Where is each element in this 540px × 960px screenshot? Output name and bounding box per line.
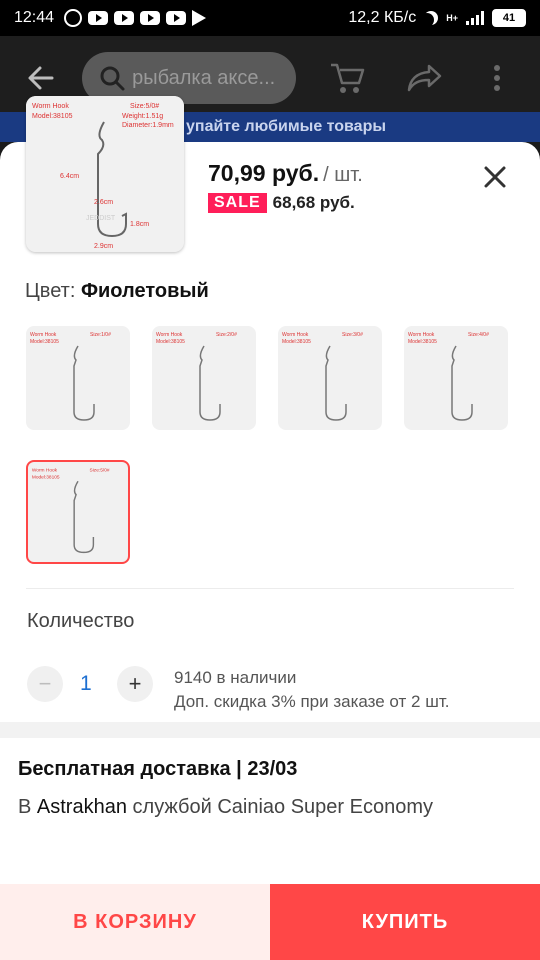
more-button[interactable] [474, 54, 520, 102]
price-value: 70,99 руб. [208, 160, 320, 186]
net-speed: 12,2 КБ/с [348, 9, 417, 26]
variant-option[interactable]: Worm Hook Model:38105 Size:2/0# [152, 326, 256, 430]
hook-width: 2.9cm [94, 243, 113, 250]
arrow-left-icon [28, 66, 54, 90]
variant-option-selected[interactable]: Worm Hook Model:38105 Size:5/0# [26, 460, 130, 564]
hook-watermark: JEDDIST [86, 215, 116, 222]
variant-option[interactable]: Worm Hook Model:38105 Size:4/0# [404, 326, 508, 430]
hook-thumbnail: Worm Hook Model:38105 Size:1/0# [30, 332, 111, 421]
variant-title: Worm Hook [408, 332, 435, 338]
color-value: Фиолетовый [80, 280, 209, 302]
variant-model: Model:38105 [32, 474, 60, 480]
search-text: рыбалка аксе... [132, 66, 276, 89]
variant-model: Model:38105 [282, 339, 311, 345]
shipping-service: службой Cainiao Super Economy [132, 796, 434, 818]
product-image: Worm Hook Model:38105 Size:5/0# Weight:1… [26, 96, 184, 252]
add-to-cart-button[interactable]: В КОРЗИНУ [0, 884, 270, 960]
section-separator [0, 722, 540, 738]
variant-title: Worm Hook [156, 332, 183, 338]
share-icon [407, 64, 442, 92]
variant-size: Size:1/0# [90, 332, 111, 338]
shipping-description[interactable]: В Astrakhan службой Cainiao Super Econom… [18, 796, 433, 819]
sale-price: 68,68 руб. [272, 193, 355, 212]
hook-image: Worm Hook Model:38105 Size:5/0# Weight:1… [26, 96, 184, 252]
share-button[interactable] [402, 54, 448, 102]
hook-length: 6.4cm [60, 173, 79, 180]
divider [26, 588, 514, 589]
search-icon [100, 66, 125, 91]
youtube-icon [88, 11, 109, 25]
product-price: 70,99 руб. / шт. [208, 160, 363, 187]
variant-model: Model:38105 [156, 339, 185, 345]
notification-icons [64, 9, 207, 27]
status-time: 12:44 [14, 9, 55, 26]
quantity-title: Количество [27, 610, 135, 632]
variant-size: Size:4/0# [468, 332, 489, 338]
sale-row: SALE 68,68 руб. [208, 193, 355, 213]
whatsapp-icon [64, 9, 83, 27]
shipping-city: Astrakhan [36, 796, 127, 818]
quantity-value: 1 [80, 672, 92, 695]
hook-weight: Weight:1.51g [122, 113, 163, 120]
back-button[interactable] [20, 56, 62, 100]
hook-model: Model:38105 [32, 113, 73, 120]
quantity-increase-button[interactable]: + [117, 666, 153, 702]
buy-now-button[interactable]: КУПИТЬ [270, 884, 540, 960]
youtube-icon [166, 11, 187, 25]
signal-icon [466, 11, 484, 25]
price-unit: / шт. [323, 164, 363, 186]
play-store-icon [192, 10, 207, 26]
variant-title: Worm Hook [282, 332, 309, 338]
youtube-icon [140, 11, 161, 25]
variant-model: Model:38105 [30, 339, 59, 345]
variant-option[interactable]: Worm Hook Model:38105 Size:1/0# [26, 326, 130, 430]
cart-button[interactable] [324, 54, 370, 102]
variant-model: Model:38105 [408, 339, 437, 345]
color-label: Цвет: Фиолетовый [25, 280, 209, 303]
do-not-disturb-icon [420, 13, 434, 27]
youtube-icon [114, 11, 135, 25]
more-vert-icon [494, 65, 501, 91]
stock-info: 9140 в наличии Доп. скидка 3% при заказе… [174, 666, 449, 714]
variant-size: Size:3/0# [342, 332, 363, 338]
quantity-decrease-button[interactable]: − [27, 666, 63, 702]
hook-diameter: Diameter:1.9mm [122, 122, 174, 129]
cart-icon [331, 63, 365, 93]
network-type: H+ [446, 13, 458, 23]
variant-size: Size:5/0# [90, 468, 110, 474]
battery-icon: 41 [492, 9, 526, 27]
hook-thumbnail: Worm Hook Model:38105 Size:5/0# [32, 468, 110, 554]
shipping-title: Бесплатная доставка | 23/03 [18, 758, 298, 780]
hook-size: Size:5/0# [130, 103, 159, 110]
shipping-prefix: В [18, 796, 32, 818]
sale-badge: SALE [208, 193, 267, 213]
color-label-prefix: Цвет: [25, 280, 76, 302]
status-bar: 12:44 12,2 КБ/с H+ 41 [0, 0, 540, 36]
variant-size: Size:2/0# [216, 332, 237, 338]
hook-thumbnail: Worm Hook Model:38105 Size:4/0# [408, 332, 489, 421]
stock-count: 9140 в наличии [174, 668, 297, 687]
hook-thumbnail: Worm Hook Model:38105 Size:2/0# [156, 332, 237, 421]
variant-title: Worm Hook [30, 332, 57, 338]
variant-option[interactable]: Worm Hook Model:38105 Size:3/0# [278, 326, 382, 430]
close-button[interactable] [478, 160, 512, 194]
close-icon [484, 166, 506, 188]
hook-thumbnail: Worm Hook Model:38105 Size:3/0# [282, 332, 363, 421]
hook-shank: 1.8cm [130, 221, 149, 228]
hook-gap: 2.6cm [94, 199, 113, 206]
bulk-discount: Доп. скидка 3% при заказе от 2 шт. [174, 692, 450, 711]
variant-title: Worm Hook [32, 468, 58, 474]
hook-title: Worm Hook [32, 103, 69, 110]
